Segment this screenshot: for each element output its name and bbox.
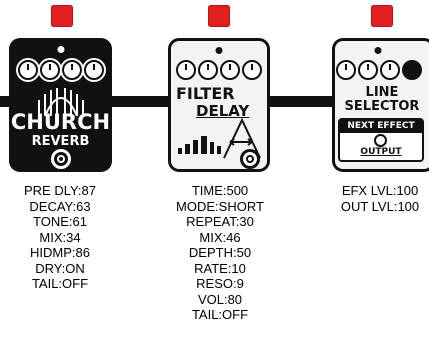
knob-2[interactable]: [358, 60, 378, 80]
pedal-1-status-dot: [57, 46, 64, 53]
knob-2[interactable]: [39, 60, 60, 80]
pedal-1-name-line1: CHURCH: [10, 110, 111, 134]
pedal-1-name-line2: REVERB: [31, 134, 90, 149]
param-dry: DRY:ON: [35, 260, 85, 276]
pedal-church-reverb[interactable]: CHURCH REVERB: [9, 38, 112, 172]
param-vol: VOL:80: [197, 291, 243, 307]
param-out-lvl: OUT LVL:100: [340, 198, 420, 214]
next-effect-label: NEXT EFFECT: [340, 120, 422, 133]
pedal-3-led-indicator[interactable]: [371, 5, 393, 27]
pedal-2-name-line1: FILTER: [176, 84, 235, 103]
param-rate: RATE:10: [194, 260, 246, 276]
param-reso: RESO:9: [196, 276, 244, 291]
knob-3[interactable]: [61, 60, 82, 80]
pedal-1-knobs: [9, 60, 112, 82]
pedal-3-knobs: [336, 60, 429, 82]
knob-1[interactable]: [336, 60, 356, 80]
knob-1[interactable]: [176, 60, 196, 80]
pedal-3-status-dot: [374, 47, 382, 54]
param-tone: TONE:61: [33, 214, 87, 229]
pedal-2-status-dot: [215, 47, 223, 54]
pedal-1-led-indicator[interactable]: [51, 5, 73, 27]
param-pre-dly: PRE DLY:87: [23, 183, 97, 198]
param-tail: TAIL:OFF: [31, 276, 89, 291]
param-mode: MODE:SHORT: [176, 198, 264, 214]
pedal-2-knobs: [168, 60, 270, 82]
pedal-3-name-line2: SELECTOR: [344, 99, 420, 114]
param-efx-lvl: EFX LVL:100: [341, 183, 419, 198]
param-time: TIME:500: [191, 183, 249, 198]
pedal-filter-delay[interactable]: FILTER DELAY: [168, 38, 270, 172]
knob-4[interactable]: [242, 60, 262, 80]
knob-4[interactable]: [402, 60, 422, 80]
pedal-3-param-list: EFX LVL:100 OUT LVL:100: [334, 183, 426, 214]
knob-4[interactable]: [83, 60, 104, 80]
pedal-1-footswitch[interactable]: [50, 149, 71, 169]
param-mix: MIX:46: [199, 229, 241, 245]
param-decay: DECAY:63: [29, 198, 91, 214]
param-mix: MIX:34: [39, 229, 81, 245]
knob-3[interactable]: [220, 60, 240, 80]
knob-1[interactable]: [17, 60, 38, 80]
param-depth: DEPTH:50: [188, 245, 252, 260]
next-effect-panel: NEXT EFFECT OUTPUT: [338, 118, 424, 162]
pedal-2-footswitch[interactable]: [240, 149, 260, 169]
pedal-1-param-list: PRE DLY:87 DECAY:63 TONE:61 MIX:34 HIDMP…: [10, 183, 110, 292]
pedal-3-name-line1: LINE: [365, 85, 399, 100]
knob-2[interactable]: [198, 60, 218, 80]
param-repeat: REPEAT:30: [186, 214, 254, 229]
pedal-line-selector[interactable]: LINE SELECTOR NEXT EFFECT OUTPUT: [332, 38, 429, 172]
output-jack-icon: [374, 134, 387, 147]
output-label: OUTPUT: [360, 147, 402, 157]
param-tail: TAIL:OFF: [191, 307, 249, 322]
pedal-2-name-line2: DELAY: [196, 102, 250, 120]
pedal-2-param-list: TIME:500 MODE:SHORT REPEAT:30 MIX:46 DEP…: [165, 183, 275, 323]
pedal-2-led-indicator[interactable]: [208, 5, 230, 27]
param-hidmp: HIDMP:86: [30, 245, 90, 260]
knob-3[interactable]: [380, 60, 400, 80]
